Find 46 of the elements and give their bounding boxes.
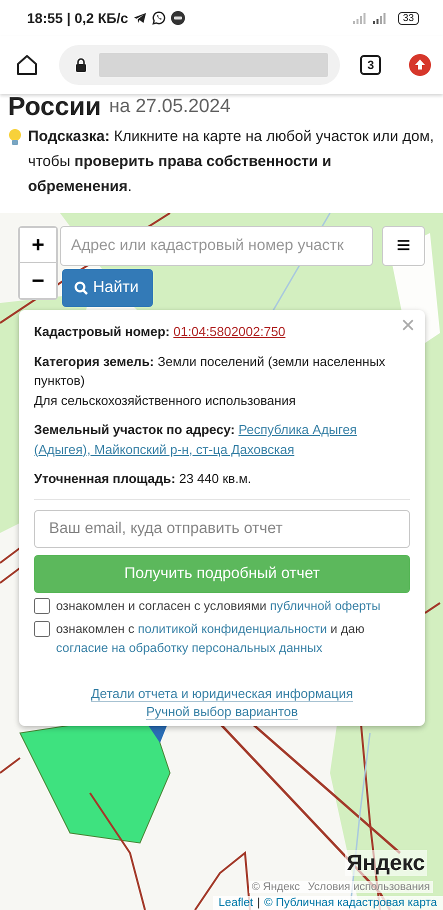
home-icon[interactable]	[15, 53, 39, 77]
lightbulb-icon	[8, 128, 22, 146]
lock-icon	[75, 58, 87, 72]
attribution-text[interactable]: © Яндекс	[252, 881, 300, 893]
close-button[interactable]: ×	[398, 312, 417, 340]
upload-icon[interactable]	[409, 54, 431, 76]
page-title: России	[8, 94, 102, 118]
footer-link[interactable]: Детали отчета и юридическая информация	[90, 686, 354, 702]
address-link[interactable]: Республика Адыгея	[238, 422, 357, 437]
attribution-link[interactable]: © Публичная кадастровая карта	[264, 897, 437, 909]
hint-text: Подсказка: Кликните на карте на любой участок или дом, чтобы проверить права собственности и обременения.	[28, 127, 435, 197]
yandex-logo: Яндекс	[344, 850, 427, 876]
search-icon	[74, 281, 88, 295]
signal-icon	[370, 12, 387, 24]
agreement-text: ознакомлен с политикой конфиденциальности и даю согласие на обработку персональных данных	[56, 620, 366, 657]
tab-count-button[interactable]: 3	[360, 55, 381, 75]
attribution-text[interactable]: Условия использования	[308, 881, 430, 893]
page-date: на 27.05.2024	[109, 96, 231, 118]
battery-indicator: 33	[398, 12, 419, 24]
agreement-link[interactable]: публичной оферты	[270, 598, 380, 612]
attribution-link[interactable]: Leaflet	[218, 897, 254, 909]
info-note: Для сельскохозяйственного использования	[34, 392, 297, 410]
telegram-icon	[133, 12, 148, 24]
status-time: 18:55 | 0,2 КБ/с	[27, 10, 128, 26]
agreement-link[interactable]: согласие на обработку персональных данных	[56, 640, 322, 654]
agreement-text: ознакомлен и согласен с условиями публичной оферты	[56, 598, 380, 615]
report-button[interactable]: Получить подробный отчет	[34, 554, 410, 592]
find-button[interactable]: Найти	[62, 269, 153, 307]
signal-icon	[352, 12, 366, 24]
separator: |	[257, 897, 260, 909]
agreement-link[interactable]: политикой конфиденциальности	[138, 622, 327, 636]
agreement-checkbox[interactable]	[34, 620, 50, 636]
search-field[interactable]: Адрес или кадастровый номер участк	[60, 226, 373, 266]
info-line: Земельный участок по адресу: Республика Адыгея	[34, 421, 358, 439]
info-line: Уточненная площадь: 23 440 кв.м.	[34, 470, 252, 488]
footer-link[interactable]: Ручной выбор вариантов	[146, 704, 298, 720]
address-link[interactable]: (Адыгея), Майкопский р-н, ст-ца Даховская	[34, 442, 294, 456]
app-badge-icon	[171, 11, 186, 25]
cadastral-number-link[interactable]: 01:04:5802002:750	[173, 324, 286, 339]
info-line: Категория земель: Земли поселений (земли населенных пунктов)	[34, 352, 386, 390]
agreement-checkbox[interactable]	[34, 598, 50, 614]
email-field[interactable]: Ваш email, куда отправить отчет	[34, 510, 410, 548]
zoom-in-button[interactable]: +	[20, 228, 56, 263]
whatsapp-icon	[152, 11, 166, 25]
info-line: Кадастровый номер: 01:04:5802002:750	[34, 323, 286, 341]
menu-button[interactable]: ≡	[382, 226, 425, 266]
